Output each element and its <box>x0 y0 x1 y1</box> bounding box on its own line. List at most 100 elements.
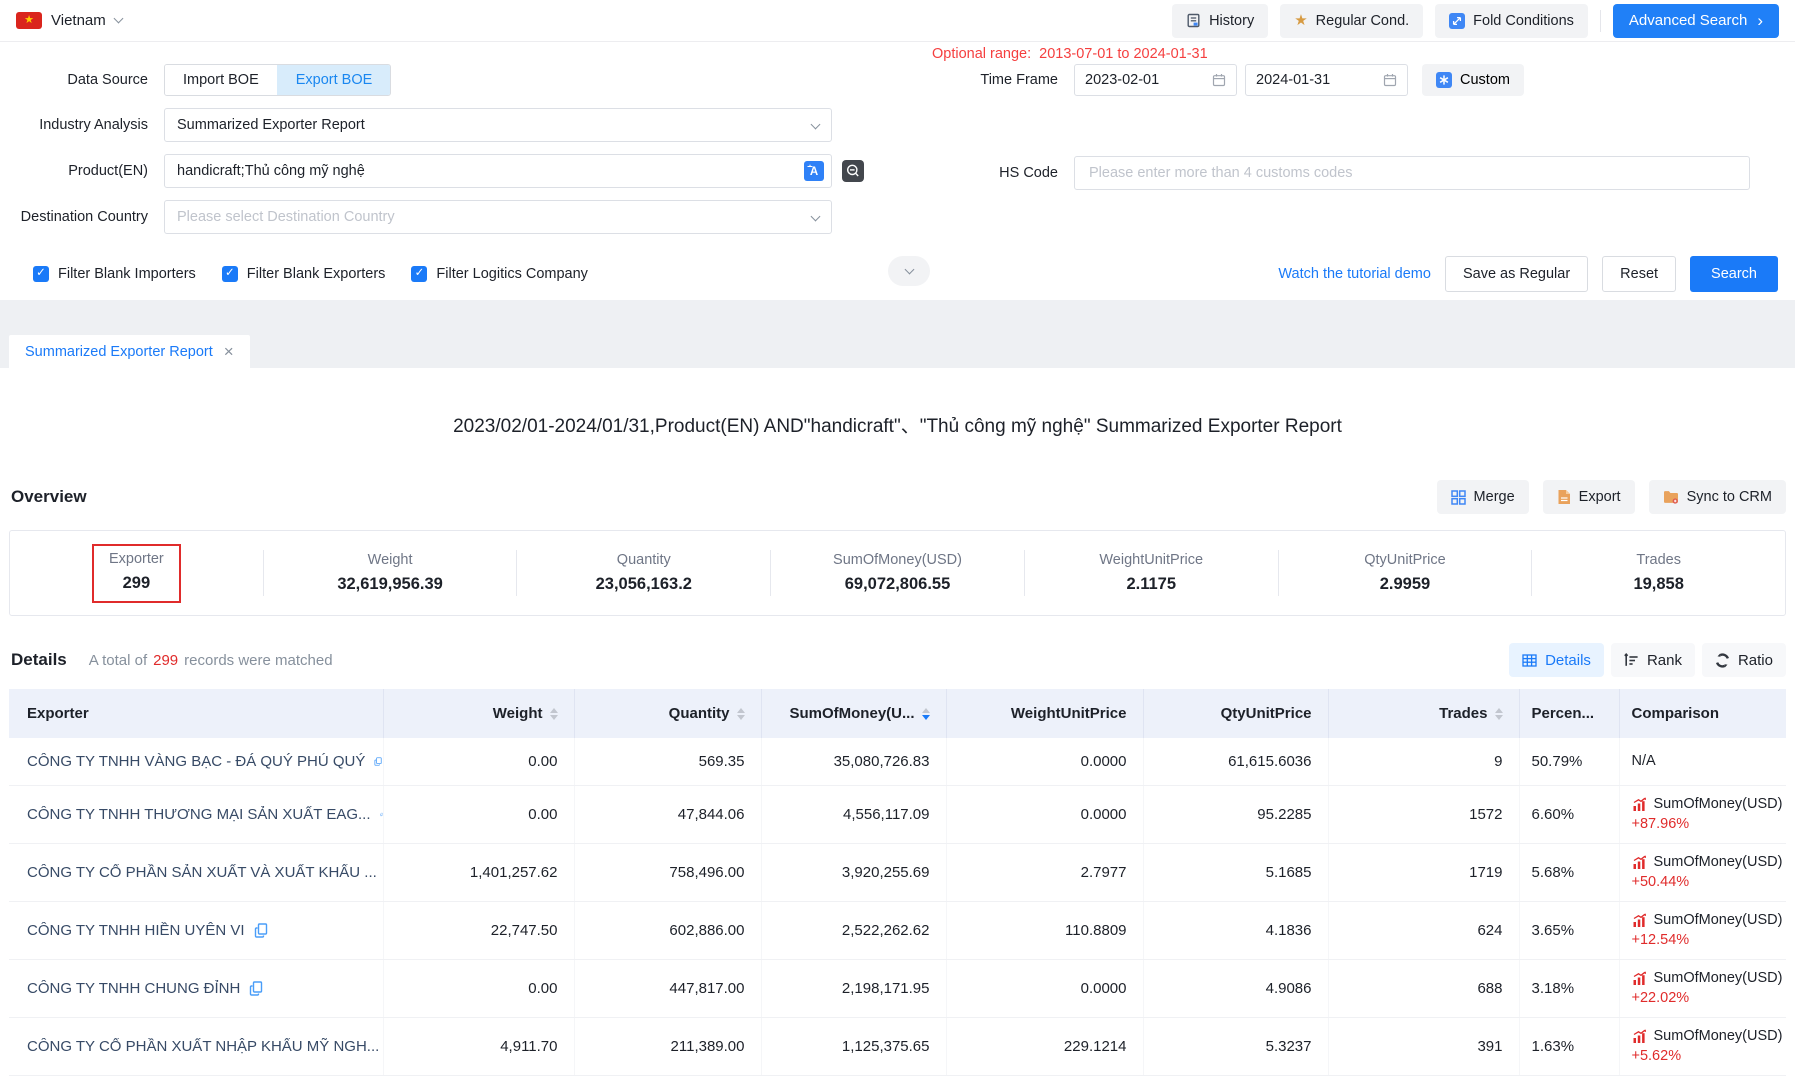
exporter-name[interactable]: CÔNG TY CỔ PHẦN XUẤT NHẬP KHẨU MỸ NGH... <box>27 1038 379 1055</box>
stat-label: Exporter <box>109 551 164 567</box>
start-date-input[interactable]: 2023-02-01 <box>1074 64 1237 96</box>
copy-icon[interactable] <box>249 981 263 996</box>
advanced-search-button[interactable]: Advanced Search › <box>1613 4 1779 38</box>
copy-icon[interactable] <box>380 807 383 822</box>
sort-icons[interactable] <box>1495 708 1503 720</box>
col-quantity[interactable]: Quantity <box>574 689 761 738</box>
custom-range-button[interactable]: Custom <box>1422 64 1524 96</box>
trades-cell: 1719 <box>1328 843 1519 901</box>
sum-of-money-cell: 2,522,262.62 <box>761 901 946 959</box>
reset-button[interactable]: Reset <box>1602 256 1676 292</box>
table-row: CÔNG TY TNHH HIỀN UYÊN VI 22,747.50 602,… <box>9 901 1786 959</box>
merge-button[interactable]: Merge <box>1437 480 1529 514</box>
destination-country-select[interactable]: Please select Destination Country <box>164 200 832 234</box>
history-label: History <box>1209 13 1254 29</box>
filter-blank-exporters-checkbox[interactable]: ✓ Filter Blank Exporters <box>222 266 386 282</box>
collapse-conditions-button[interactable] <box>888 256 930 286</box>
close-icon[interactable]: × <box>224 343 234 360</box>
regular-cond-button[interactable]: ★ Regular Cond. <box>1280 4 1423 38</box>
col-sum-of-money[interactable]: SumOfMoney(U... <box>761 689 946 738</box>
sync-to-crm-button[interactable]: Sync to CRM <box>1649 480 1786 514</box>
search-button[interactable]: Search <box>1690 256 1778 292</box>
stat-weight-unit-price: WeightUnitPrice 2.1175 <box>1025 552 1278 594</box>
trend-chart-icon <box>1632 855 1647 869</box>
sum-of-money-cell: 4,556,117.09 <box>761 785 946 843</box>
hs-code-row: HS Code <box>868 156 1750 190</box>
quantity-cell: 211,389.00 <box>574 1017 761 1075</box>
trades-cell: 624 <box>1328 901 1519 959</box>
export-button[interactable]: Export <box>1543 480 1635 514</box>
exclude-keywords-icon[interactable] <box>842 160 864 182</box>
tutorial-demo-link[interactable]: Watch the tutorial demo <box>1278 266 1431 282</box>
exporter-name[interactable]: CÔNG TY TNHH HIỀN UYÊN VI <box>27 922 245 939</box>
time-frame-row: Time Frame 2023-02-01 2024-01-31 Custom <box>868 64 1524 96</box>
comparison-cell: SumOfMoney(USD) +22.02% <box>1619 959 1786 1017</box>
search-form: Optional range: 2013-07-01 to 2024-01-31… <box>0 42 1795 300</box>
stat-quantity: Quantity 23,056,163.2 <box>517 552 770 594</box>
view-rank-button[interactable]: Rank <box>1611 643 1695 677</box>
product-en-input[interactable] <box>177 163 819 179</box>
trend-chart-icon <box>1632 797 1647 811</box>
details-table: Exporter Weight Quantity SumOfMoney(U...… <box>9 689 1786 1076</box>
exporter-name[interactable]: CÔNG TY TNHH CHUNG ĐỈNH <box>27 980 240 997</box>
quantity-cell: 447,817.00 <box>574 959 761 1017</box>
calendar-icon <box>1383 73 1397 87</box>
col-trades[interactable]: Trades <box>1328 689 1519 738</box>
view-ratio-label: Ratio <box>1738 652 1773 669</box>
comparison-change: +50.44% <box>1632 874 1787 890</box>
history-button[interactable]: History <box>1172 4 1268 38</box>
save-as-regular-button[interactable]: Save as Regular <box>1445 256 1588 292</box>
weight-cell: 0.00 <box>383 785 574 843</box>
stat-value: 19,858 <box>1633 575 1683 594</box>
weight-unit-price-cell: 0.0000 <box>946 785 1143 843</box>
col-weight-unit-price: WeightUnitPrice <box>946 689 1143 738</box>
industry-analysis-value: Summarized Exporter Report <box>177 117 365 133</box>
destination-country-row: Destination Country Please select Destin… <box>0 200 1795 234</box>
quantity-cell: 569.35 <box>574 738 761 785</box>
export-boe-option[interactable]: Export BOE <box>277 65 391 95</box>
comparison-metric: SumOfMoney(USD) <box>1654 970 1783 986</box>
details-heading: Details <box>11 650 67 670</box>
optional-range-note: Optional range: 2013-07-01 to 2024-01-31 <box>932 46 1208 62</box>
record-count: 299 <box>153 652 178 669</box>
filter-logitics-company-checkbox[interactable]: ✓ Filter Logitics Company <box>411 266 588 282</box>
col-percent: Percen... <box>1519 689 1619 738</box>
trades-cell: 688 <box>1328 959 1519 1017</box>
destination-country-placeholder: Please select Destination Country <box>177 209 395 225</box>
comparison-cell: SumOfMoney(USD) +5.62% <box>1619 1017 1786 1075</box>
stat-weight: Weight 32,619,956.39 <box>264 552 517 594</box>
col-qty-unit-price: QtyUnitPrice <box>1143 689 1328 738</box>
table-row: CÔNG TY CỔ PHẦN SẢN XUẤT VÀ XUẤT KHẨU ..… <box>9 843 1786 901</box>
translate-icon[interactable]: A <box>804 161 824 181</box>
sort-icons[interactable] <box>737 708 745 720</box>
stat-trades: Trades 19,858 <box>1532 552 1785 594</box>
sort-icons-active-desc[interactable] <box>922 708 930 720</box>
copy-icon[interactable] <box>374 754 382 769</box>
overview-stats-card: Exporter 299 Weight 32,619,956.39 Quanti… <box>9 530 1786 616</box>
view-ratio-button[interactable]: Ratio <box>1702 643 1786 677</box>
advanced-search-label: Advanced Search <box>1629 12 1747 29</box>
col-weight[interactable]: Weight <box>383 689 574 738</box>
exporter-name[interactable]: CÔNG TY CỔ PHẦN SẢN XUẤT VÀ XUẤT KHẨU ..… <box>27 864 377 881</box>
import-boe-option[interactable]: Import BOE <box>165 65 277 95</box>
sort-icons[interactable] <box>550 708 558 720</box>
filter-blank-importers-checkbox[interactable]: ✓ Filter Blank Importers <box>33 266 196 282</box>
trades-cell: 391 <box>1328 1017 1519 1075</box>
table-header: Exporter Weight Quantity SumOfMoney(U...… <box>9 689 1786 738</box>
view-details-button[interactable]: Details <box>1509 643 1604 677</box>
topbar: ★ Vietnam History ★ Regular Cond. Fold C… <box>0 0 1795 42</box>
table-row: CÔNG TY TNHH CHUNG ĐỈNH 0.00 447,817.00 … <box>9 959 1786 1017</box>
country-selector[interactable]: ★ Vietnam <box>16 12 122 29</box>
tab-summarized-exporter-report[interactable]: Summarized Exporter Report × <box>9 335 250 368</box>
topbar-divider <box>1600 10 1601 32</box>
hs-code-input[interactable] <box>1087 164 1737 182</box>
copy-icon[interactable] <box>254 923 268 938</box>
exporter-name[interactable]: CÔNG TY TNHH THƯƠNG MẠI SẢN XUẤT EAG... <box>27 806 371 823</box>
fold-conditions-button[interactable]: Fold Conditions <box>1435 4 1588 38</box>
comparison-metric: SumOfMoney(USD) <box>1654 912 1783 928</box>
comparison-metric: SumOfMoney(USD) <box>1654 1028 1783 1044</box>
exporter-name[interactable]: CÔNG TY TNHH VÀNG BẠC - ĐÁ QUÝ PHÚ QUÝ <box>27 753 365 770</box>
qty-unit-price-cell: 4.1836 <box>1143 901 1328 959</box>
end-date-input[interactable]: 2024-01-31 <box>1245 64 1408 96</box>
industry-analysis-select[interactable]: Summarized Exporter Report <box>164 108 832 142</box>
